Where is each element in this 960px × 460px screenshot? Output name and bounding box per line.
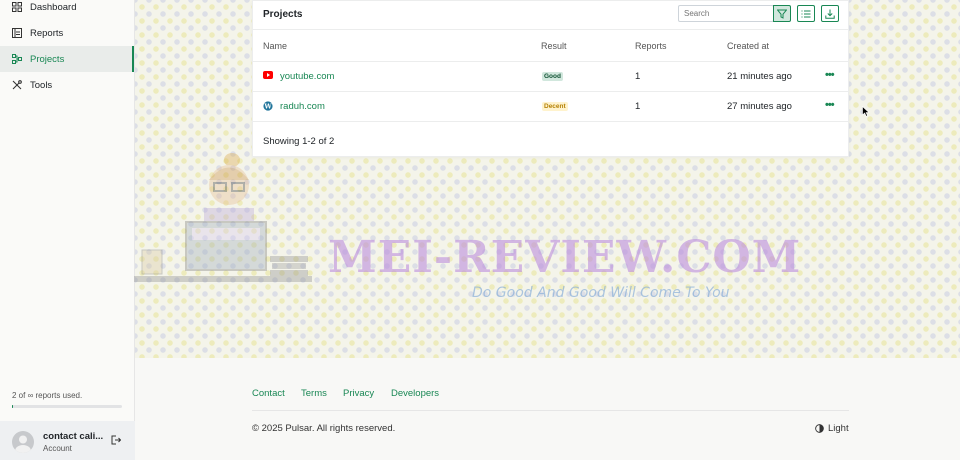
projects-card: Projects Name Result Reports Created at … — [252, 0, 849, 157]
sidebar-item-label: Projects — [30, 53, 65, 65]
sidebar-item-reports[interactable]: Reports — [0, 20, 134, 46]
sidebar-item-dashboard[interactable]: Dashboard — [0, 0, 134, 20]
watermark-tagline: Do Good And Good Will Come To You — [472, 285, 730, 301]
project-name-link[interactable]: raduh.com — [280, 101, 325, 112]
footer-link-developers[interactable]: Developers — [391, 388, 439, 399]
watermark-title: MEI-REVIEW.COM — [328, 232, 802, 283]
more-actions-button[interactable]: ••• — [825, 69, 835, 81]
footer-link-terms[interactable]: Terms — [301, 388, 327, 399]
column-header-name[interactable]: Name — [263, 41, 287, 51]
filter-icon — [777, 9, 787, 19]
projects-icon — [12, 54, 22, 64]
card-title: Projects — [263, 9, 303, 20]
footer-background — [135, 358, 960, 460]
result-badge: Decent — [542, 102, 568, 111]
column-header-reports[interactable]: Reports — [635, 41, 667, 51]
result-badge: Good — [542, 72, 563, 81]
watermark-illustration — [134, 150, 312, 285]
footer-link-contact[interactable]: Contact — [252, 388, 285, 399]
download-icon — [825, 9, 835, 19]
reports-count: 1 — [635, 71, 641, 82]
column-header-result[interactable]: Result — [541, 41, 567, 51]
svg-text:W: W — [263, 102, 272, 110]
filter-button[interactable] — [773, 5, 791, 22]
youtube-icon — [263, 71, 273, 82]
list-icon — [801, 10, 811, 17]
report-icon — [12, 28, 22, 38]
mouse-cursor-icon — [862, 106, 870, 117]
header-divider — [253, 29, 848, 30]
footer-link-privacy[interactable]: Privacy — [343, 388, 374, 399]
created-at: 21 minutes ago — [727, 71, 792, 82]
download-button[interactable] — [821, 5, 839, 22]
grid-icon — [12, 2, 22, 12]
sidebar-item-tools[interactable]: Tools — [0, 72, 134, 98]
reports-count: 1 — [635, 101, 641, 112]
table-row: youtube.com Good 1 21 minutes ago ••• — [253, 61, 848, 91]
sidebar-item-label: Dashboard — [30, 1, 77, 13]
footer-divider — [252, 410, 849, 411]
usage-text: 2 of ∞ reports used. — [12, 391, 83, 400]
sidebar: Dashboard Reports Projects Tools 2 of ∞ … — [0, 0, 135, 460]
wordpress-icon: W — [263, 101, 273, 114]
sidebar-item-label: Tools — [30, 79, 53, 91]
project-name-link[interactable]: youtube.com — [280, 71, 334, 82]
copyright-text: © 2025 Pulsar. All rights reserved. — [252, 423, 396, 434]
tools-icon — [12, 80, 22, 90]
more-actions-button[interactable]: ••• — [825, 99, 835, 111]
usage-progress-bar — [12, 405, 122, 408]
columns-button[interactable] — [797, 5, 815, 22]
sidebar-item-label: Reports — [30, 27, 64, 39]
logout-icon[interactable] — [111, 435, 122, 448]
account-panel[interactable]: contact cali... Account — [0, 421, 135, 460]
theme-toggle[interactable]: Light — [815, 423, 849, 434]
avatar — [12, 431, 34, 453]
search-input[interactable] — [678, 5, 774, 22]
table-row: W raduh.com Decent 1 27 minutes ago ••• — [253, 91, 848, 121]
pagination-info: Showing 1-2 of 2 — [263, 136, 335, 147]
usage-progress-fill — [12, 405, 14, 408]
contrast-icon — [815, 424, 824, 433]
created-at: 27 minutes ago — [727, 101, 792, 112]
sidebar-item-projects[interactable]: Projects — [0, 46, 134, 72]
column-header-created[interactable]: Created at — [727, 41, 769, 51]
theme-label: Light — [828, 423, 849, 434]
account-name: contact cali... — [43, 431, 104, 442]
account-subtitle: Account — [43, 444, 72, 453]
user-icon — [15, 435, 31, 453]
row-divider — [253, 121, 848, 122]
